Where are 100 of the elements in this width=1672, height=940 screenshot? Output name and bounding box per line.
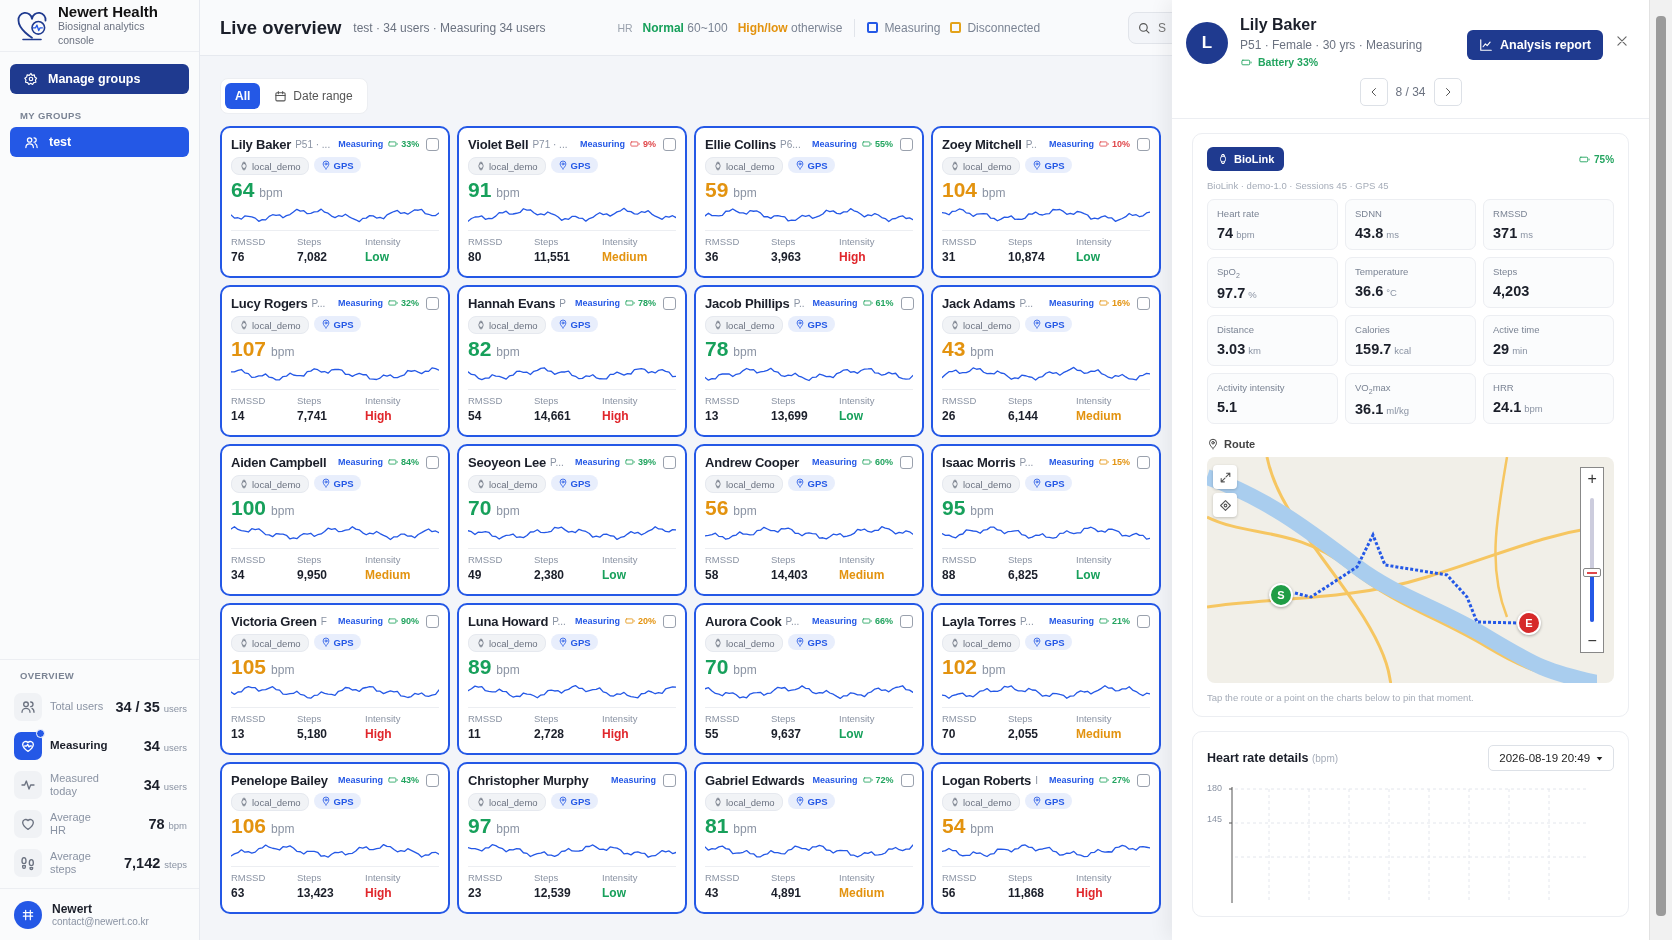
metric-value: 36 xyxy=(705,250,720,264)
intensity-value: Low xyxy=(839,409,864,423)
date-dropdown[interactable]: 2026-08-19 20:49 xyxy=(1488,745,1615,771)
select-checkbox[interactable] xyxy=(663,614,676,628)
search-field[interactable]: S xyxy=(1128,11,1172,44)
metric-label: Intensity xyxy=(602,236,639,247)
metric-label: Steps xyxy=(534,872,560,883)
select-checkbox[interactable] xyxy=(900,614,913,628)
filter-tab[interactable]: All xyxy=(225,83,261,109)
watch-icon xyxy=(476,161,486,171)
heart-rate-unit: bpm xyxy=(496,663,520,677)
analysis-report-button[interactable]: Analysis report xyxy=(1467,30,1604,60)
heart-rate-unit: bpm xyxy=(496,504,520,518)
metric-label: Distance xyxy=(1217,324,1255,335)
select-checkbox[interactable] xyxy=(426,137,440,151)
status-label: Measuring xyxy=(338,139,384,149)
select-checkbox[interactable] xyxy=(426,614,439,628)
select-checkbox[interactable] xyxy=(426,296,439,310)
zoom-slider[interactable] xyxy=(1583,498,1602,622)
select-checkbox[interactable] xyxy=(663,137,676,151)
close-icon[interactable] xyxy=(1615,34,1630,48)
status-label: Measuring xyxy=(812,775,858,785)
map-view[interactable]: S E + − xyxy=(1207,457,1615,683)
device-label: local_demo xyxy=(489,319,538,331)
select-checkbox[interactable] xyxy=(1137,137,1150,151)
heart-rate-unit: bpm xyxy=(733,186,757,200)
select-checkbox[interactable] xyxy=(900,455,913,469)
status-label: Measuring xyxy=(1048,457,1094,467)
manage-groups-button[interactable]: Manage groups xyxy=(10,64,189,94)
metric-value: 5.1 xyxy=(1217,399,1238,415)
metric-value: 7,082 xyxy=(297,250,329,264)
fullscreen-button[interactable] xyxy=(1213,465,1237,489)
select-checkbox[interactable] xyxy=(1137,773,1150,787)
metric-value: 10,874 xyxy=(1008,250,1046,264)
metric-label: Steps xyxy=(771,713,797,724)
status-label: Measuring xyxy=(1048,775,1094,785)
device-battery: 75% xyxy=(1594,153,1615,165)
account-email: contact@newert.co.kr xyxy=(52,916,149,927)
battery-level: 10% xyxy=(1112,139,1130,149)
metric-unit: ms xyxy=(1386,229,1399,240)
select-checkbox[interactable] xyxy=(663,455,676,469)
stat-value: 78 xyxy=(148,815,165,832)
group-item[interactable]: test xyxy=(10,127,189,157)
metric-value: 11 xyxy=(468,727,482,741)
gps-label: GPS xyxy=(333,795,354,807)
metric-value: 11,551 xyxy=(534,250,572,264)
locate-button[interactable] xyxy=(1213,493,1237,517)
pager-text: 8 / 34 xyxy=(1395,85,1426,99)
select-checkbox[interactable] xyxy=(663,296,676,310)
avatar: L xyxy=(1186,22,1228,64)
next-button[interactable] xyxy=(1433,78,1462,106)
status-label: Measuring xyxy=(579,139,625,149)
select-checkbox[interactable] xyxy=(426,773,439,787)
heart-rate-unit: bpm xyxy=(970,345,994,359)
select-checkbox[interactable] xyxy=(663,773,676,787)
intensity-value: Medium xyxy=(1076,409,1123,423)
status-label: Measuring xyxy=(811,616,857,626)
battery-icon xyxy=(629,139,641,149)
device-label: local_demo xyxy=(252,160,301,172)
end-marker: E xyxy=(1517,611,1541,635)
metric-value: 29 xyxy=(1493,341,1510,357)
location-pin-icon xyxy=(794,319,805,329)
patient-name: Lily Baker xyxy=(231,136,292,152)
select-checkbox[interactable] xyxy=(1137,614,1150,628)
app-title: Newert Health xyxy=(58,3,160,21)
metric-label: RMSSD xyxy=(942,236,978,247)
gps-label: GPS xyxy=(333,318,354,330)
select-checkbox[interactable] xyxy=(1137,296,1150,310)
patient-name: Andrew Cooper xyxy=(705,454,800,470)
metric-label: Steps xyxy=(1008,236,1034,247)
select-checkbox[interactable] xyxy=(900,773,914,787)
intensity-value: Low xyxy=(1076,568,1101,582)
select-checkbox[interactable] xyxy=(426,455,439,469)
patient-name: Layla Torres xyxy=(942,613,1016,629)
previous-button[interactable] xyxy=(1359,78,1388,106)
metric-unit: km xyxy=(1248,345,1261,356)
patient-meta: P... xyxy=(1019,297,1034,309)
slider-thumb[interactable] xyxy=(1583,568,1602,578)
filter-tab[interactable]: Date range xyxy=(264,83,363,109)
select-checkbox[interactable] xyxy=(900,137,913,151)
battery-icon xyxy=(624,616,636,626)
battery-level: 21% xyxy=(1112,616,1130,626)
location-pin-icon xyxy=(557,319,568,329)
patient-name: Jack Adams xyxy=(942,295,1016,311)
select-checkbox[interactable] xyxy=(1137,455,1150,469)
location-pin-icon xyxy=(1031,319,1042,329)
device-chip[interactable]: BioLink xyxy=(1207,147,1285,171)
device-label: local_demo xyxy=(489,478,538,490)
intensity-value: Low xyxy=(1076,250,1101,264)
patient-name: Penelope Bailey xyxy=(231,772,328,788)
select-checkbox[interactable] xyxy=(900,296,914,310)
metric-label: Intensity xyxy=(1076,395,1113,406)
status-label: Measuring xyxy=(337,616,383,626)
metric-value: 70 xyxy=(942,727,957,741)
patient-name: Luna Howard xyxy=(468,613,549,629)
metric-label: HRR xyxy=(1493,382,1515,393)
metric-label: RMSSD xyxy=(231,236,267,247)
metric-label: SpO$_{2}$ xyxy=(1217,266,1241,279)
status-label: Measuring xyxy=(611,775,656,785)
intensity-value: Medium xyxy=(839,568,886,582)
